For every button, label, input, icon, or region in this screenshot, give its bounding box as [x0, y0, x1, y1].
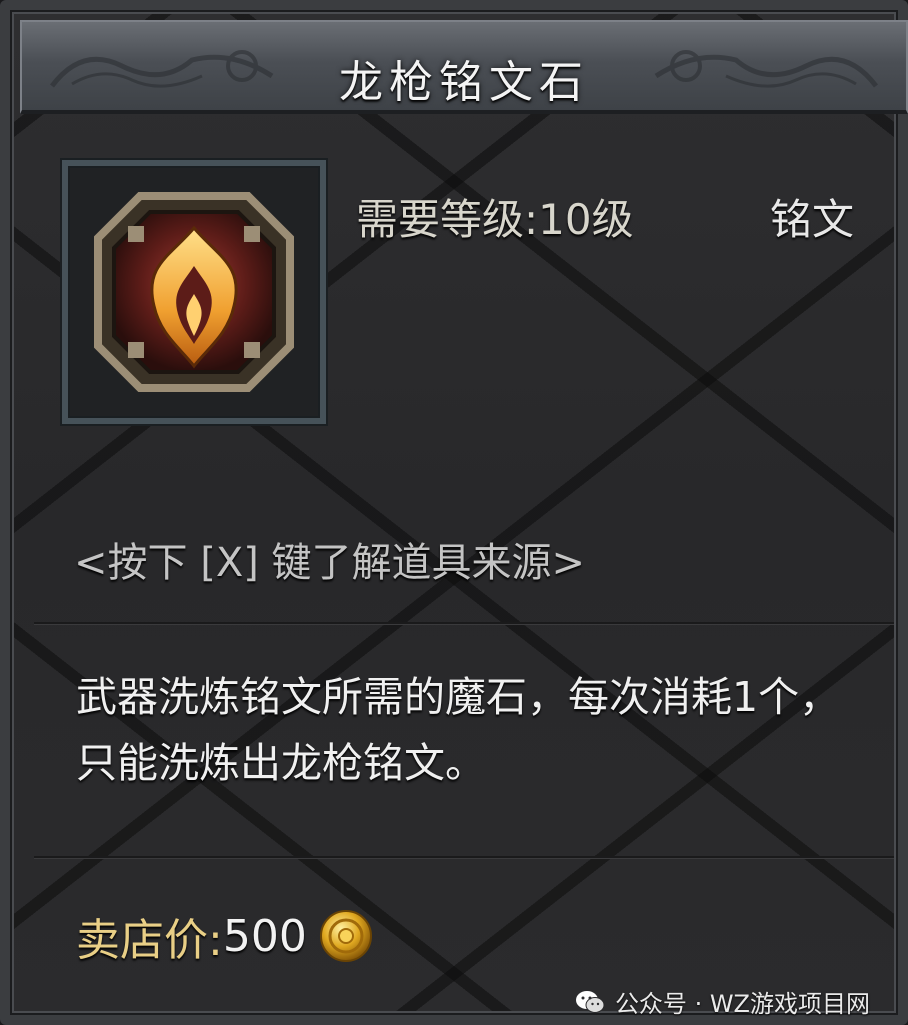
item-type: 铭文 — [769, 195, 854, 244]
item-name: 龙枪铭文石 — [339, 57, 589, 108]
tooltip-title-bar: 龙枪铭文石 — [20, 20, 908, 114]
watermark: 公众号 · WZ游戏项目网 — [575, 984, 870, 1019]
item-icon-slot[interactable] — [62, 160, 326, 424]
item-description: 武器洗炼铭文所需的魔石，每次消耗1个，只能洗炼出龙枪铭文。 — [76, 673, 841, 787]
flame-rune-stone-icon — [94, 192, 294, 392]
required-level: 需要等级:10级 — [356, 195, 634, 244]
sell-price-row: 卖店价: 500 — [76, 904, 373, 968]
divider-top — [34, 622, 894, 625]
divider-bottom — [34, 856, 894, 859]
watermark-text: 公众号 · WZ游戏项目网 — [614, 990, 870, 1018]
gold-coin-icon — [319, 910, 372, 962]
source-hint: <按下 [X] 键了解道具来源> — [74, 540, 586, 586]
item-tooltip: 龙枪铭文石 需要等级:10级 铭文 <按下 [X] 键了解道具来源> 武器洗炼铭… — [0, 0, 908, 1025]
sell-price-label: 卖店价: — [76, 915, 223, 966]
wechat-icon — [575, 990, 605, 1013]
sell-price-value: 500 — [222, 910, 307, 962]
